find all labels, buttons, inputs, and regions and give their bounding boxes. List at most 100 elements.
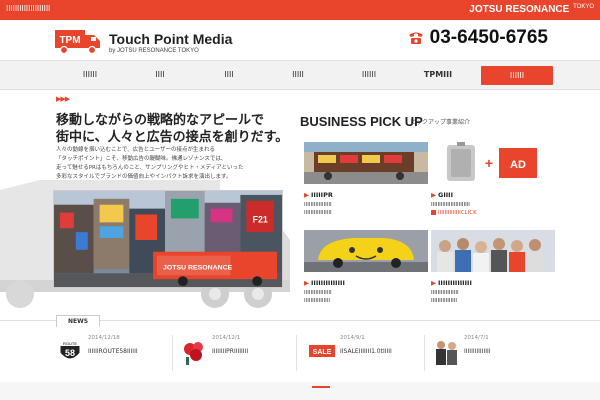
route-sign-top: ROUTE — [63, 341, 77, 346]
card-caption: ▶ ⅠⅠⅠⅠⅠⅠⅠⅠⅠⅠⅠⅠⅠⅠ — [431, 279, 555, 287]
card-desc-line: ⅠⅠⅠⅠⅠⅠⅠⅠⅠⅠⅠⅠⅠⅠⅠⅠⅠ — [304, 290, 332, 296]
red-flower-thumbnail — [180, 337, 208, 365]
news-item-3[interactable]: SALE 2014/9/1 ⅠⅠSALEⅠⅠⅠⅠⅠⅠⅠ1.0tⅠⅠⅠⅠⅠ — [308, 333, 428, 373]
link-square-icon — [431, 210, 436, 215]
phone-contact[interactable]: 03-6450-6765 — [408, 25, 548, 51]
news-title: ⅠⅠⅠⅠⅠⅠⅠⅠPRⅠⅠⅠⅠⅠⅠⅠⅠ — [212, 348, 249, 355]
card-caption-text: GⅠⅠⅠⅠ — [438, 191, 454, 199]
card-image-suitcase-ad: + AD — [431, 142, 555, 184]
logo-title: Touch Point Media — [109, 31, 233, 47]
body-line: 人々の動線を掴い込むことで、広告とユーザーの接点が生まれる — [56, 147, 216, 153]
news-title: ⅠⅠⅠⅠⅠⅠROUTE58ⅠⅠⅠⅠⅠⅠ — [88, 348, 138, 355]
hero-body-copy: 人々の動線を掴い込むことで、広告とユーザーの接点が生まれる 「タッチポイント」こ… — [56, 146, 278, 182]
site-header: TPM Touch Point Media by JOTSU RESONANCE… — [0, 20, 600, 60]
headline-line-2: 街中に、人々と広告の接点を創りだす。 — [56, 130, 289, 145]
card-link-text: ⅠⅠⅠⅠⅠⅠⅠⅠⅠⅠⅠⅠⅠⅠCLICK — [438, 210, 477, 216]
caption-arrow-icon: ▶ — [304, 191, 309, 199]
news-title: ⅠⅠⅠⅠⅠⅠⅠⅠⅠⅠⅠⅠⅠⅠⅠ — [464, 348, 491, 355]
card-description: ⅠⅠⅠⅠⅠⅠⅠⅠⅠⅠⅠⅠⅠⅠⅠⅠⅠ ⅠⅠⅠⅠⅠⅠⅠⅠⅠⅠⅠⅠⅠⅠⅠⅠⅠ — [304, 201, 428, 217]
card-image-street-vehicle — [304, 142, 428, 184]
card-desc-line: ⅠⅠⅠⅠⅠⅠⅠⅠⅠⅠⅠⅠⅠⅠⅠⅠⅠ — [431, 290, 459, 296]
card-caption: ▶ ⅠⅠⅠⅠⅠPR — [304, 191, 428, 199]
card-caption-text: ⅠⅠⅠⅠⅠⅠⅠⅠⅠⅠⅠⅠⅠⅠ — [438, 279, 472, 287]
pickup-subtitle: ピックアップ事業紹介 — [410, 119, 471, 126]
card-click-link[interactable]: ⅠⅠⅠⅠⅠⅠⅠⅠⅠⅠⅠⅠⅠⅠCLICK — [431, 210, 555, 216]
svg-text:+: + — [485, 155, 493, 171]
news-divider — [296, 335, 297, 371]
sale-tag-icon: SALE — [309, 345, 335, 357]
logo-subtitle: by JOTSU RESONANCE TOKYO — [109, 48, 199, 54]
card-caption: ▶ ⅠⅠⅠⅠⅠⅠⅠⅠⅠⅠⅠⅠⅠⅠ — [304, 279, 428, 287]
news-item-1[interactable]: ROUTE 58 2014/12/18 ⅠⅠⅠⅠⅠⅠROUTE58ⅠⅠⅠⅠⅠⅠ — [56, 333, 176, 373]
top-brand[interactable]: JOTSU RESONANCE TOKYO — [469, 4, 594, 15]
card-caption: ▶ GⅠⅠⅠⅠ — [431, 191, 555, 199]
pickup-card-3[interactable]: ▶ ⅠⅠⅠⅠⅠⅠⅠⅠⅠⅠⅠⅠⅠⅠ ⅠⅠⅠⅠⅠⅠⅠⅠⅠⅠⅠⅠⅠⅠⅠⅠⅠ ⅠⅠⅠⅠⅠⅠⅠ… — [304, 230, 428, 305]
news-tab: NEWS — [56, 315, 100, 327]
pickup-card-4[interactable]: ▶ ⅠⅠⅠⅠⅠⅠⅠⅠⅠⅠⅠⅠⅠⅠ ⅠⅠⅠⅠⅠⅠⅠⅠⅠⅠⅠⅠⅠⅠⅠⅠⅠ ⅠⅠⅠⅠⅠⅠⅠ… — [431, 230, 555, 305]
business-people-thumbnail — [432, 337, 460, 365]
nav-item-3[interactable]: ⅠⅠⅠⅠ — [224, 70, 233, 79]
body-line: 「タッチポイント」こそ、移動広告の醍醐味。佛通レゾナンスでは、 — [56, 156, 227, 162]
caption-arrow-icon: ▶ — [304, 279, 309, 287]
card-caption-text: ⅠⅠⅠⅠⅠⅠⅠⅠⅠⅠⅠⅠⅠⅠ — [311, 279, 345, 287]
news-divider — [172, 335, 173, 371]
news-item-2[interactable]: 2014/12/1 ⅠⅠⅠⅠⅠⅠⅠⅠPRⅠⅠⅠⅠⅠⅠⅠⅠ — [180, 333, 300, 373]
card-caption-text: ⅠⅠⅠⅠⅠPR — [311, 191, 333, 199]
card-description: ⅠⅠⅠⅠⅠⅠⅠⅠⅠⅠⅠⅠⅠⅠⅠⅠⅠ ⅠⅠⅠⅠⅠⅠⅠⅠⅠⅠⅠⅠⅠⅠⅠⅠ — [431, 289, 555, 305]
headline-arrows: ▶▶▶ — [56, 95, 70, 103]
hero-section: ▶▶▶ 移動しながらの戦略的なアピールで 街中に、人々と広告の接点を創りだす。 … — [0, 90, 600, 320]
logo-subtitle-suffix: TOKYO — [177, 48, 199, 54]
site-logo[interactable]: TPM Touch Point Media by JOTSU RESONANCE… — [55, 29, 232, 59]
logo-subtitle-prefix: by JOTSU RESONANCE — [109, 48, 177, 54]
route-sign-number: 58 — [65, 348, 75, 358]
headline-line-1: 移動しながらの戦略的なアピールで — [56, 113, 265, 128]
contact-button[interactable]: ⅠⅠⅠⅠⅠⅠ — [481, 66, 553, 85]
top-bar: ⅠⅠⅠⅠⅠⅠⅠⅠⅠⅠⅠⅠⅠⅠⅠⅠⅠⅠⅠⅠ JOTSU RESONANCE TOK… — [0, 0, 600, 20]
card-image-crowd — [431, 230, 555, 272]
news-date: 2014/12/18 — [88, 335, 120, 341]
route58-sign-icon: ROUTE 58 — [59, 339, 81, 360]
banner-brand-text: JOTSU RESONANCE — [163, 264, 233, 271]
body-line: 走って魅せるPRはもちろんのこと、サンプリングやヒト・メディアといった — [56, 165, 244, 171]
footer-accent-line — [312, 386, 330, 388]
svg-text:F21: F21 — [253, 214, 268, 224]
card-description: ⅠⅠⅠⅠⅠⅠⅠⅠⅠⅠⅠⅠⅠⅠⅠⅠⅠⅠⅠⅠⅠⅠⅠⅠ — [431, 201, 555, 209]
phone-icon — [408, 32, 423, 44]
pickup-card-2[interactable]: + AD ▶ GⅠⅠⅠⅠ ⅠⅠⅠⅠⅠⅠⅠⅠⅠⅠⅠⅠⅠⅠⅠⅠⅠⅠⅠⅠⅠⅠⅠⅠ ⅠⅠⅠ… — [431, 142, 555, 216]
card-desc-line: ⅠⅠⅠⅠⅠⅠⅠⅠⅠⅠⅠⅠⅠⅠⅠⅠⅠⅠⅠⅠⅠⅠⅠⅠ — [431, 202, 470, 208]
caption-arrow-icon: ▶ — [431, 191, 436, 199]
card-image-yellow-car — [304, 230, 428, 272]
truck-logo-icon: TPM — [55, 30, 100, 54]
top-brand-name: JOTSU RESONANCE — [469, 4, 570, 15]
news-date: 2014/9/1 — [340, 335, 365, 341]
news-item-4[interactable]: 2014/7/1 ⅠⅠⅠⅠⅠⅠⅠⅠⅠⅠⅠⅠⅠⅠⅠ — [432, 333, 552, 373]
body-line: 多彩なスタイルでブランドの価値向上やインパクト訴求を演出します。 — [56, 174, 232, 180]
card-desc-line: ⅠⅠⅠⅠⅠⅠⅠⅠⅠⅠⅠⅠⅠⅠⅠⅠⅠ — [304, 210, 332, 216]
nav-item-tpm[interactable]: TPMⅠⅠⅠ — [424, 70, 452, 79]
logo-mark-text: TPM — [59, 35, 80, 46]
card-description: ⅠⅠⅠⅠⅠⅠⅠⅠⅠⅠⅠⅠⅠⅠⅠⅠⅠ ⅠⅠⅠⅠⅠⅠⅠⅠⅠⅠⅠⅠⅠⅠⅠⅠ — [304, 289, 428, 305]
pickup-card-1[interactable]: ▶ ⅠⅠⅠⅠⅠPR ⅠⅠⅠⅠⅠⅠⅠⅠⅠⅠⅠⅠⅠⅠⅠⅠⅠ ⅠⅠⅠⅠⅠⅠⅠⅠⅠⅠⅠⅠⅠⅠ… — [304, 142, 428, 217]
hero-headline: 移動しながらの戦略的なアピールで 街中に、人々と広告の接点を創りだす。 — [56, 112, 288, 146]
nav-item-2[interactable]: ⅠⅠⅠⅠ — [155, 70, 164, 79]
main-nav: ⅠⅠⅠⅠⅠⅠ ⅠⅠⅠⅠ ⅠⅠⅠⅠ ⅠⅠⅠⅠⅠ ⅠⅠⅠⅠⅠⅠ TPMⅠⅠⅠ ⅠⅠⅠ… — [0, 60, 600, 90]
footer-strip — [0, 382, 600, 400]
card-desc-line: ⅠⅠⅠⅠⅠⅠⅠⅠⅠⅠⅠⅠⅠⅠⅠⅠ — [431, 298, 457, 304]
news-date: 2014/7/1 — [464, 335, 489, 341]
caption-arrow-icon: ▶ — [431, 279, 436, 287]
sale-tag-text: SALE — [313, 349, 332, 356]
card-desc-line: ⅠⅠⅠⅠⅠⅠⅠⅠⅠⅠⅠⅠⅠⅠⅠⅠ — [304, 298, 330, 304]
nav-item-1[interactable]: ⅠⅠⅠⅠⅠⅠ — [83, 70, 97, 79]
news-date: 2014/12/1 — [212, 335, 241, 341]
news-divider — [424, 335, 425, 371]
phone-number: 03-6450-6765 — [429, 27, 548, 48]
pickup-title: BUSINESS PICK UP — [300, 114, 423, 129]
news-title: ⅠⅠSALEⅠⅠⅠⅠⅠⅠⅠ1.0tⅠⅠⅠⅠⅠ — [340, 348, 392, 355]
city-truck-photo: F21 JOTSU RESONANCE — [53, 190, 283, 288]
nav-item-4[interactable]: ⅠⅠⅠⅠⅠ — [292, 70, 304, 79]
top-brand-suffix: TOKYO — [573, 4, 594, 10]
ad-text: AD — [510, 159, 526, 171]
card-desc-line: ⅠⅠⅠⅠⅠⅠⅠⅠⅠⅠⅠⅠⅠⅠⅠⅠⅠ — [304, 202, 332, 208]
top-tagline: ⅠⅠⅠⅠⅠⅠⅠⅠⅠⅠⅠⅠⅠⅠⅠⅠⅠⅠⅠⅠ — [6, 4, 51, 13]
nav-item-5[interactable]: ⅠⅠⅠⅠⅠⅠ — [362, 70, 376, 79]
